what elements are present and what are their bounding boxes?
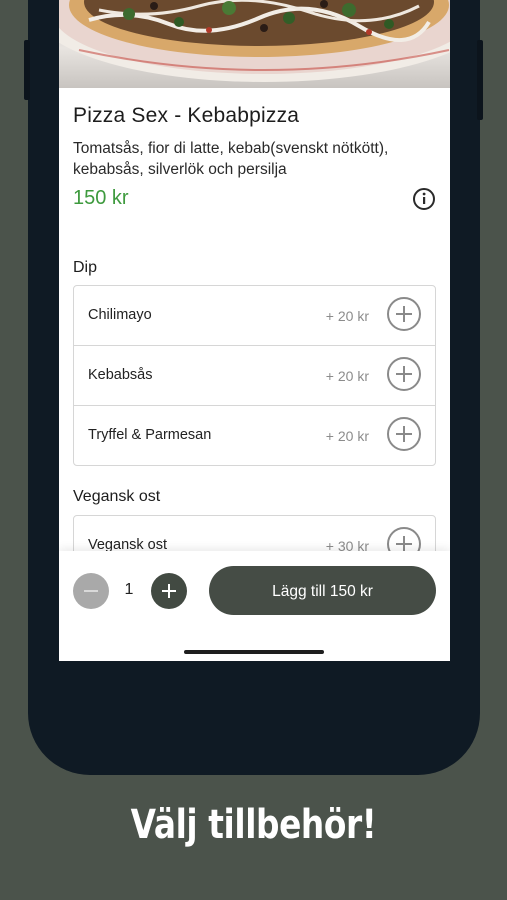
option-price: + 20 kr [325, 308, 369, 324]
product-description: Tomatsås, fior di latte, kebab(svenskt n… [73, 140, 389, 178]
section-title-vegansk-ost: Vegansk ost [73, 488, 161, 505]
add-option-button[interactable] [387, 297, 421, 331]
quantity-value: 1 [124, 581, 134, 598]
product-title: Pizza Sex - Kebabpizza [73, 104, 300, 127]
option-row[interactable]: Kebabsås + 20 kr [74, 346, 435, 406]
add-to-cart-button[interactable]: Lägg till 150 kr [209, 566, 436, 615]
decrease-quantity-button[interactable] [73, 573, 109, 609]
add-option-button[interactable] [387, 357, 421, 391]
add-option-button[interactable] [387, 417, 421, 451]
promo-caption: Välj tillbehör! [130, 802, 377, 848]
section-title-dip: Dip [73, 259, 98, 276]
option-row[interactable]: Chilimayo + 20 kr [74, 286, 435, 346]
product-image [59, 0, 450, 88]
option-label: Kebabsås [88, 367, 153, 383]
option-label: Tryffel & Parmesan [88, 427, 212, 443]
phone-side-button [477, 40, 483, 120]
cart-action-bar: 1 Lägg till 150 kr [59, 551, 450, 661]
increase-quantity-button[interactable] [151, 573, 187, 609]
option-price: + 20 kr [325, 368, 369, 384]
info-icon[interactable] [412, 187, 436, 211]
option-list-dip: Chilimayo + 20 kr Kebabsås + 20 kr Tryff… [73, 285, 436, 466]
product-price: 150 kr [73, 187, 129, 209]
phone-side-button [24, 40, 30, 100]
home-indicator [184, 650, 324, 654]
option-label: Chilimayo [88, 307, 152, 323]
option-price: + 20 kr [325, 428, 369, 444]
option-row[interactable]: Tryffel & Parmesan + 20 kr [74, 406, 435, 465]
app-screen: Pizza Sex - Kebabpizza Tomatsås, fior di… [59, 0, 450, 661]
